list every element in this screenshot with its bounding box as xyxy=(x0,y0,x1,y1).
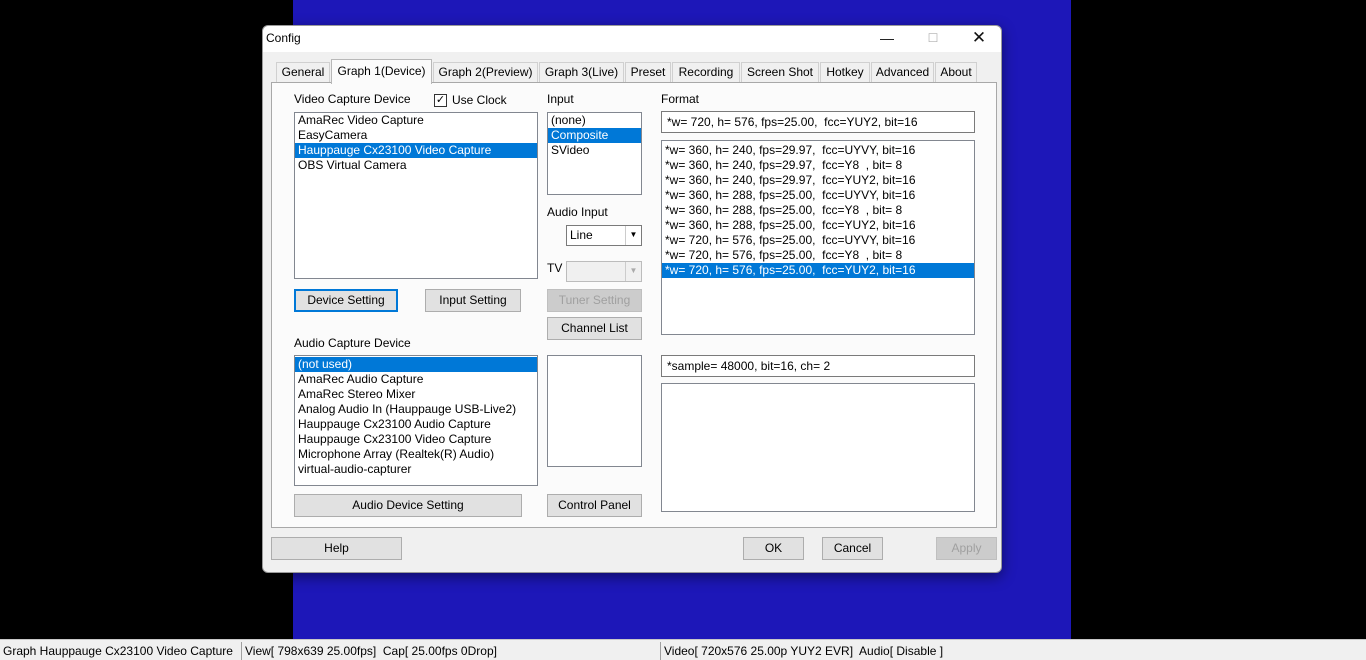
list-item[interactable]: (none) xyxy=(548,113,641,128)
video-device-list[interactable]: AmaRec Video Capture EasyCamera Hauppaug… xyxy=(294,112,538,279)
status-video: Video[ 720x576 25.00p YUY2 EVR] Audio[ D… xyxy=(660,642,1366,660)
tuner-setting-button: Tuner Setting xyxy=(547,289,642,312)
list-item[interactable]: Hauppauge Cx23100 Audio Capture xyxy=(295,417,537,432)
status-bar: Graph Hauppauge Cx23100 Video Capture Vi… xyxy=(0,639,1366,660)
list-item[interactable]: *w= 360, h= 240, fps=29.97, fcc=Y8 , bit… xyxy=(662,158,974,173)
list-item[interactable]: AmaRec Audio Capture xyxy=(295,372,537,387)
tab-strip: General Graph 1(Device) Graph 2(Preview)… xyxy=(273,59,993,84)
channel-list-button[interactable]: Channel List xyxy=(547,317,642,340)
status-view: View[ 798x639 25.00fps] Cap[ 25.00fps 0D… xyxy=(241,642,659,660)
list-item[interactable]: *w= 360, h= 240, fps=29.97, fcc=UYVY, bi… xyxy=(662,143,974,158)
list-item[interactable]: *w= 720, h= 576, fps=25.00, fcc=Y8 , bit… xyxy=(662,248,974,263)
maximize-button: ☐ xyxy=(927,31,939,45)
list-item[interactable]: OBS Virtual Camera xyxy=(295,158,537,173)
cancel-button[interactable]: Cancel xyxy=(822,537,883,560)
format-label: Format xyxy=(661,92,700,106)
list-item[interactable]: *w= 360, h= 240, fps=29.97, fcc=YUY2, bi… xyxy=(662,173,974,188)
device-setting-button[interactable]: Device Setting xyxy=(294,289,398,312)
list-item[interactable]: AmaRec Stereo Mixer xyxy=(295,387,537,402)
input-list[interactable]: (none) Composite SVideo xyxy=(547,112,642,195)
control-panel-button[interactable]: Control Panel xyxy=(547,494,642,517)
audio-input-label: Audio Input xyxy=(547,205,608,219)
list-item[interactable]: AmaRec Video Capture xyxy=(295,113,537,128)
audio-format-list[interactable] xyxy=(661,383,975,512)
tab-advanced[interactable]: Advanced xyxy=(871,62,934,83)
close-button[interactable]: ✕ xyxy=(956,26,1002,52)
tab-panel: Video Capture Device ✓ Use Clock AmaRec … xyxy=(271,82,997,528)
audio-device-list[interactable]: (not used) AmaRec Audio Capture AmaRec S… xyxy=(294,355,538,486)
input-label: Input xyxy=(547,92,574,106)
audio-format-current-field[interactable]: *sample= 48000, bit=16, ch= 2 xyxy=(661,355,975,377)
list-item[interactable]: (not used) xyxy=(295,357,537,372)
tab-screen-shot[interactable]: Screen Shot xyxy=(741,62,819,83)
minimize-button[interactable]: — xyxy=(864,26,910,52)
window-title: Config xyxy=(266,31,301,45)
list-item[interactable]: SVideo xyxy=(548,143,641,158)
chevron-down-icon: ▼ xyxy=(625,262,641,281)
tab-graph2-preview[interactable]: Graph 2(Preview) xyxy=(433,62,538,83)
tab-general[interactable]: General xyxy=(276,62,330,83)
status-graph: Graph Hauppauge Cx23100 Video Capture xyxy=(3,644,233,658)
chevron-down-icon: ▼ xyxy=(625,226,641,245)
tab-graph1-device[interactable]: Graph 1(Device) xyxy=(331,59,432,84)
use-clock-checkbox[interactable]: ✓ xyxy=(434,94,447,107)
tab-hotkey[interactable]: Hotkey xyxy=(820,62,870,83)
tv-select: ▼ xyxy=(566,261,642,282)
ok-button[interactable]: OK xyxy=(743,537,804,560)
audio-input-value: Line xyxy=(570,228,593,242)
video-capture-device-label: Video Capture Device xyxy=(294,92,411,106)
input-setting-button[interactable]: Input Setting xyxy=(425,289,521,312)
list-item[interactable]: *w= 720, h= 576, fps=25.00, fcc=UYVY, bi… xyxy=(662,233,974,248)
tab-graph3-live[interactable]: Graph 3(Live) xyxy=(539,62,624,83)
title-bar: Config — ☐ ✕ xyxy=(263,26,1001,52)
tv-label: TV xyxy=(547,261,563,275)
audio-capture-device-label: Audio Capture Device xyxy=(294,336,411,350)
tab-preset[interactable]: Preset xyxy=(625,62,671,83)
list-item[interactable]: EasyCamera xyxy=(295,128,537,143)
use-clock-label: Use Clock xyxy=(452,93,507,107)
list-item[interactable]: Analog Audio In (Hauppauge USB-Live2) xyxy=(295,402,537,417)
audio-input-select[interactable]: Line ▼ xyxy=(566,225,642,246)
list-item[interactable]: *w= 360, h= 288, fps=25.00, fcc=YUY2, bi… xyxy=(662,218,974,233)
apply-button: Apply xyxy=(936,537,997,560)
audio-input-list[interactable] xyxy=(547,355,642,467)
list-item[interactable]: Hauppauge Cx23100 Video Capture xyxy=(295,432,537,447)
config-dialog: Config — ☐ ✕ General Graph 1(Device) Gra… xyxy=(262,25,1002,573)
list-item[interactable]: Microphone Array (Realtek(R) Audio) xyxy=(295,447,537,462)
list-item[interactable]: *w= 360, h= 288, fps=25.00, fcc=Y8 , bit… xyxy=(662,203,974,218)
format-current-field[interactable]: *w= 720, h= 576, fps=25.00, fcc=YUY2, bi… xyxy=(661,111,975,133)
tab-recording[interactable]: Recording xyxy=(672,62,740,83)
list-item[interactable]: Composite xyxy=(548,128,641,143)
tab-about[interactable]: About xyxy=(935,62,977,83)
list-item[interactable]: *w= 360, h= 288, fps=25.00, fcc=UYVY, bi… xyxy=(662,188,974,203)
list-item[interactable]: virtual-audio-capturer xyxy=(295,462,537,477)
audio-device-setting-button[interactable]: Audio Device Setting xyxy=(294,494,522,517)
help-button[interactable]: Help xyxy=(271,537,402,560)
list-item[interactable]: Hauppauge Cx23100 Video Capture xyxy=(295,143,537,158)
list-item[interactable]: *w= 720, h= 576, fps=25.00, fcc=YUY2, bi… xyxy=(662,263,974,278)
format-list[interactable]: *w= 360, h= 240, fps=29.97, fcc=UYVY, bi… xyxy=(661,140,975,335)
